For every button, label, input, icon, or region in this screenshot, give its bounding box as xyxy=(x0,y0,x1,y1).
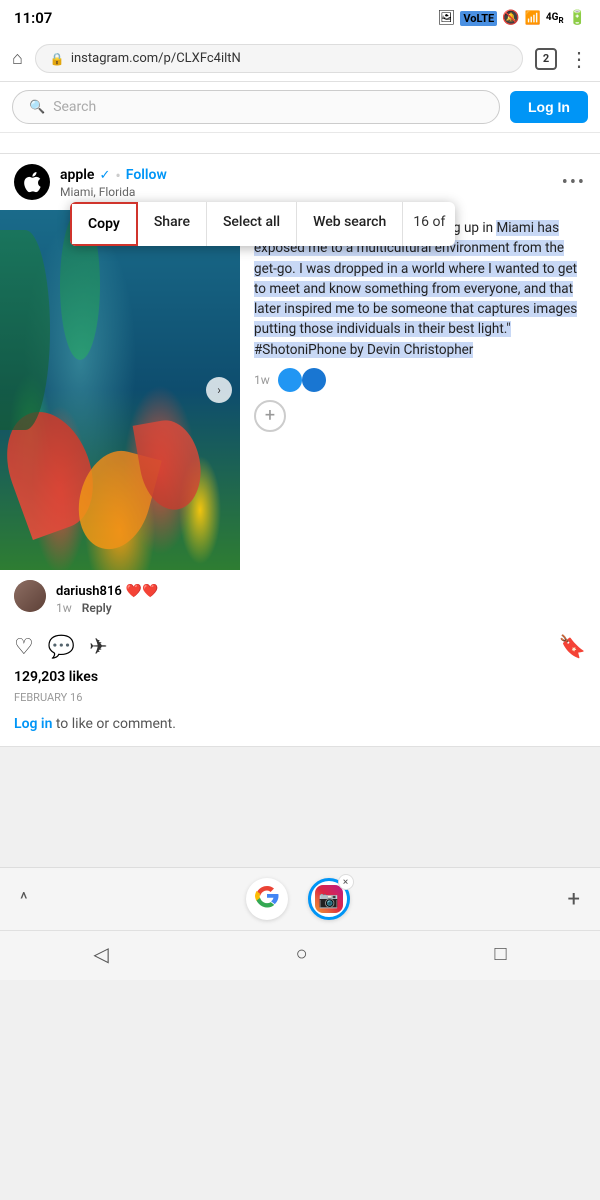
next-image-button[interactable]: › xyxy=(206,377,232,403)
chrome-tab-wrap xyxy=(246,878,288,920)
address-bar[interactable]: 🔒 instagram.com/p/CLXFc4iltN xyxy=(35,44,523,73)
post-image: › xyxy=(0,210,240,570)
back-button[interactable]: ◁ xyxy=(93,942,108,966)
network-icon: 4GR xyxy=(546,12,564,25)
bottom-bar: ^ 📷 xyxy=(0,867,600,930)
verified-badge: ✓ xyxy=(99,168,110,183)
post-date: February 16 xyxy=(0,689,600,710)
commenter-hearts: ❤️❤️ xyxy=(126,584,158,599)
copy-button[interactable]: Copy xyxy=(70,202,138,246)
volte-badge: VoLTE xyxy=(460,11,497,26)
commenter-meta: 1w Reply xyxy=(56,601,586,615)
chrome-tab-button[interactable] xyxy=(246,878,288,920)
post-author-avatar xyxy=(14,164,50,200)
like-button[interactable]: ♡ xyxy=(14,635,34,660)
status-bar: 11:07 🖼 VoLTE 🔕 📶 4GR 🔋 xyxy=(0,0,600,36)
notification-muted-icon: 🔕 xyxy=(502,10,519,26)
toolbar-overflow[interactable]: 16 of xyxy=(403,202,455,246)
bottom-tab-icons: 📷 × xyxy=(246,878,350,920)
likes-row: 129,203 likes xyxy=(0,664,600,689)
share-direct-button[interactable]: ✈ xyxy=(89,635,107,660)
commenter-name[interactable]: dariush816 xyxy=(56,584,122,599)
battery-icon: 🔋 xyxy=(569,10,586,26)
post-username-row: apple ✓ • Follow xyxy=(60,166,552,185)
post-user-info: apple ✓ • Follow Miami, Florida xyxy=(60,166,552,199)
instagram-tab-wrap: 📷 × xyxy=(308,878,350,920)
browser-toolbar: ⌂ 🔒 instagram.com/p/CLXFc4iltN 2 ⋮ xyxy=(0,36,600,82)
address-text: instagram.com/p/CLXFc4iltN xyxy=(71,51,241,66)
login-link[interactable]: Log in xyxy=(14,716,52,732)
post-actions: ♡ 💬 ✈ 🔖 xyxy=(0,625,600,664)
share-button[interactable]: Share xyxy=(138,202,207,246)
status-icons: 🖼 VoLTE 🔕 📶 4GR 🔋 xyxy=(438,10,586,26)
search-bar-row: 🔍 Search Log In xyxy=(0,82,600,133)
status-time: 11:07 xyxy=(14,9,52,27)
gray-area xyxy=(0,747,600,867)
login-button[interactable]: Log In xyxy=(510,91,588,123)
recents-button[interactable]: □ xyxy=(494,941,506,966)
post-image-area: › Commissioned by Apple. "Growing up in … xyxy=(0,210,600,570)
spacer-white xyxy=(0,133,600,153)
search-placeholder: Search xyxy=(53,99,96,115)
new-tab-button[interactable]: + xyxy=(568,887,580,912)
post-time: 1w xyxy=(254,373,270,387)
home-button[interactable]: ⌂ xyxy=(12,48,23,69)
commenter-avatar xyxy=(14,580,46,612)
navigation-bar: ◁ ○ □ xyxy=(0,930,600,980)
reply-button[interactable]: Reply xyxy=(82,601,112,615)
close-tab-button[interactable]: × xyxy=(338,874,354,890)
leaf-left xyxy=(0,230,50,430)
post-username[interactable]: apple xyxy=(60,167,94,183)
tab-switcher-button[interactable]: 2 xyxy=(535,48,557,70)
login-to-like-row: Log in to like or comment. xyxy=(0,710,600,746)
commenter-info: dariush816 ❤️❤️ 1w Reply xyxy=(56,580,586,615)
instagram-post: apple ✓ • Follow Miami, Florida ••• Copy… xyxy=(0,153,600,747)
signal-icon: 📶 xyxy=(525,11,541,26)
like-avatar xyxy=(278,368,302,392)
comment-button[interactable]: 💬 xyxy=(48,635,75,660)
image-status-icon: 🖼 xyxy=(438,10,456,26)
post-time-row: 1w xyxy=(254,368,586,392)
like-avatar-2 xyxy=(302,368,326,392)
login-suffix: to like or comment. xyxy=(52,716,176,732)
comment-time: 1w xyxy=(56,601,72,615)
search-icon: 🔍 xyxy=(29,100,45,115)
search-input-container[interactable]: 🔍 Search xyxy=(12,90,500,124)
scroll-up-button[interactable]: ^ xyxy=(20,889,28,910)
home-nav-button[interactable]: ○ xyxy=(296,941,308,966)
likes-count: 129,203 likes xyxy=(14,669,98,685)
browser-menu-button[interactable]: ⋮ xyxy=(569,47,588,71)
add-comment-button[interactable]: + xyxy=(254,400,286,432)
lock-icon: 🔒 xyxy=(50,52,65,66)
post-more-button[interactable]: ••• xyxy=(562,172,586,193)
post-content-right: Commissioned by Apple. "Growing up in Mi… xyxy=(240,210,600,570)
web-search-button[interactable]: Web search xyxy=(297,202,403,246)
text-selection-toolbar: Copy Share Select all Web search 16 of xyxy=(70,202,455,246)
bookmark-button[interactable]: 🔖 xyxy=(559,635,586,660)
select-all-button[interactable]: Select all xyxy=(207,202,297,246)
post-location: Miami, Florida xyxy=(60,185,552,199)
instagram-icon: 📷 xyxy=(315,885,343,913)
follow-button[interactable]: Follow xyxy=(126,167,167,183)
google-icon xyxy=(255,884,279,914)
comment-row: dariush816 ❤️❤️ 1w Reply xyxy=(0,570,600,625)
